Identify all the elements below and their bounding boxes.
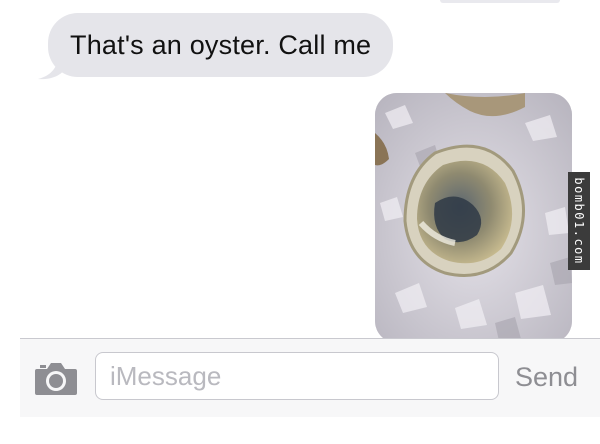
camera-button[interactable] xyxy=(33,359,79,397)
watermark-text: bomb01.com xyxy=(572,177,586,265)
message-composer: Send xyxy=(20,338,600,417)
message-field[interactable] xyxy=(95,352,499,400)
message-input[interactable] xyxy=(110,360,498,392)
incoming-message-bubble[interactable]: That's an oyster. Call me xyxy=(48,13,394,77)
send-button[interactable]: Send xyxy=(515,359,578,395)
oyster-photo xyxy=(375,93,572,343)
outgoing-photo-message[interactable] xyxy=(375,93,572,343)
previous-bubble-edge xyxy=(440,0,560,3)
watermark: bomb01.com xyxy=(568,172,590,270)
camera-icon xyxy=(35,363,77,395)
imessage-conversation: That's an oyster. Call me bomb01.com iMe… xyxy=(0,0,600,444)
